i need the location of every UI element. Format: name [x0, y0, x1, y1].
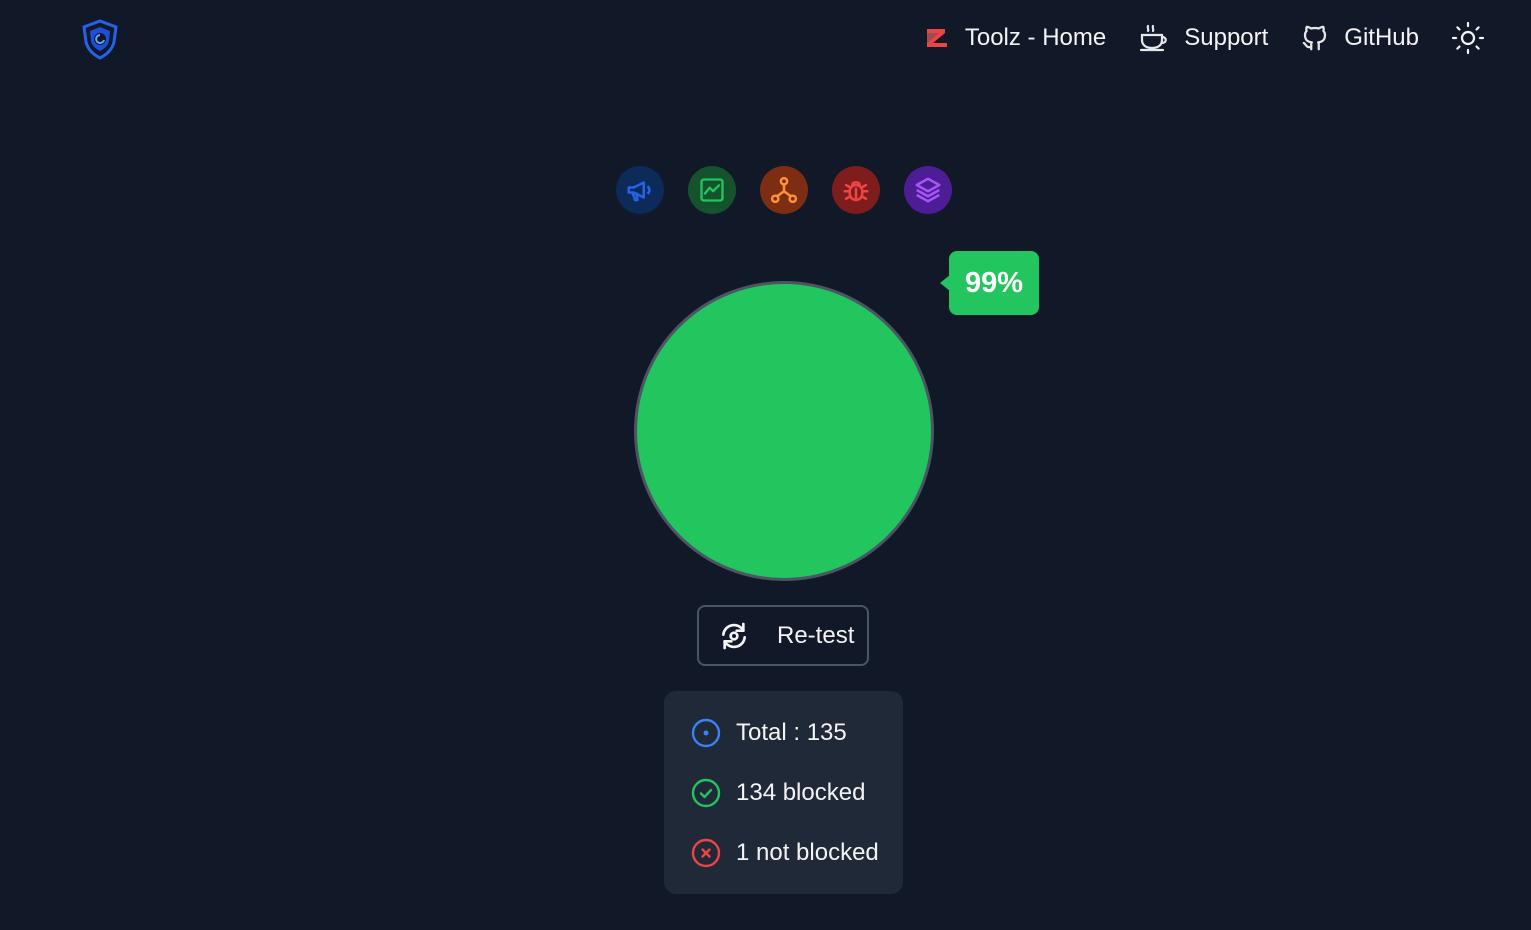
coffee-icon — [1140, 24, 1168, 52]
nav-label-github: GitHub — [1344, 24, 1419, 51]
stat-not-blocked: 1 not blocked — [690, 833, 903, 873]
sun-icon — [1451, 21, 1485, 55]
shield-logo-icon[interactable] — [80, 18, 120, 60]
retest-button[interactable]: Re-test — [697, 605, 869, 666]
category-analytics-button[interactable] — [688, 166, 736, 214]
nav-github[interactable]: GitHub — [1300, 22, 1419, 54]
nav-support[interactable]: Support — [1138, 23, 1268, 53]
stat-blocked: 134 blocked — [690, 773, 903, 813]
github-icon — [1302, 25, 1327, 51]
category-ads-button[interactable] — [616, 166, 664, 214]
score-badge: 99% — [940, 251, 1039, 315]
stat-not-blocked-label: 1 not blocked — [736, 839, 879, 866]
check-circle-icon — [691, 778, 721, 808]
result-circle — [634, 281, 934, 581]
toolz-logo-icon — [926, 29, 947, 47]
bug-icon — [843, 180, 869, 202]
category-icon-row — [616, 166, 952, 214]
top-nav: Toolz - Home Support GitHub — [891, 18, 1485, 58]
refresh-icon — [722, 622, 746, 649]
retest-label: Re-test — [777, 621, 855, 649]
category-errors-button[interactable] — [832, 166, 880, 214]
category-trackers-button[interactable] — [760, 166, 808, 214]
stat-total: Total : 135 — [690, 713, 903, 753]
layers-icon — [915, 177, 941, 203]
chart-icon — [700, 178, 724, 202]
nav-toolz-home[interactable]: Toolz - Home — [923, 24, 1106, 52]
nav-label-toolz-home: Toolz - Home — [964, 24, 1107, 51]
stats-card: Total : 135 134 blocked 1 not blocked — [664, 691, 903, 894]
stat-blocked-label: 134 blocked — [736, 779, 866, 806]
category-social-button[interactable] — [904, 166, 952, 214]
network-icon — [770, 176, 798, 204]
x-circle-icon — [691, 838, 721, 868]
megaphone-icon — [627, 181, 651, 202]
page: Toolz - Home Support GitHub 99% Re-test … — [0, 0, 1531, 930]
stat-total-label: Total : 135 — [736, 719, 847, 746]
theme-toggle-button[interactable] — [1451, 21, 1485, 55]
nav-label-support: Support — [1184, 24, 1269, 51]
target-icon — [691, 718, 721, 748]
